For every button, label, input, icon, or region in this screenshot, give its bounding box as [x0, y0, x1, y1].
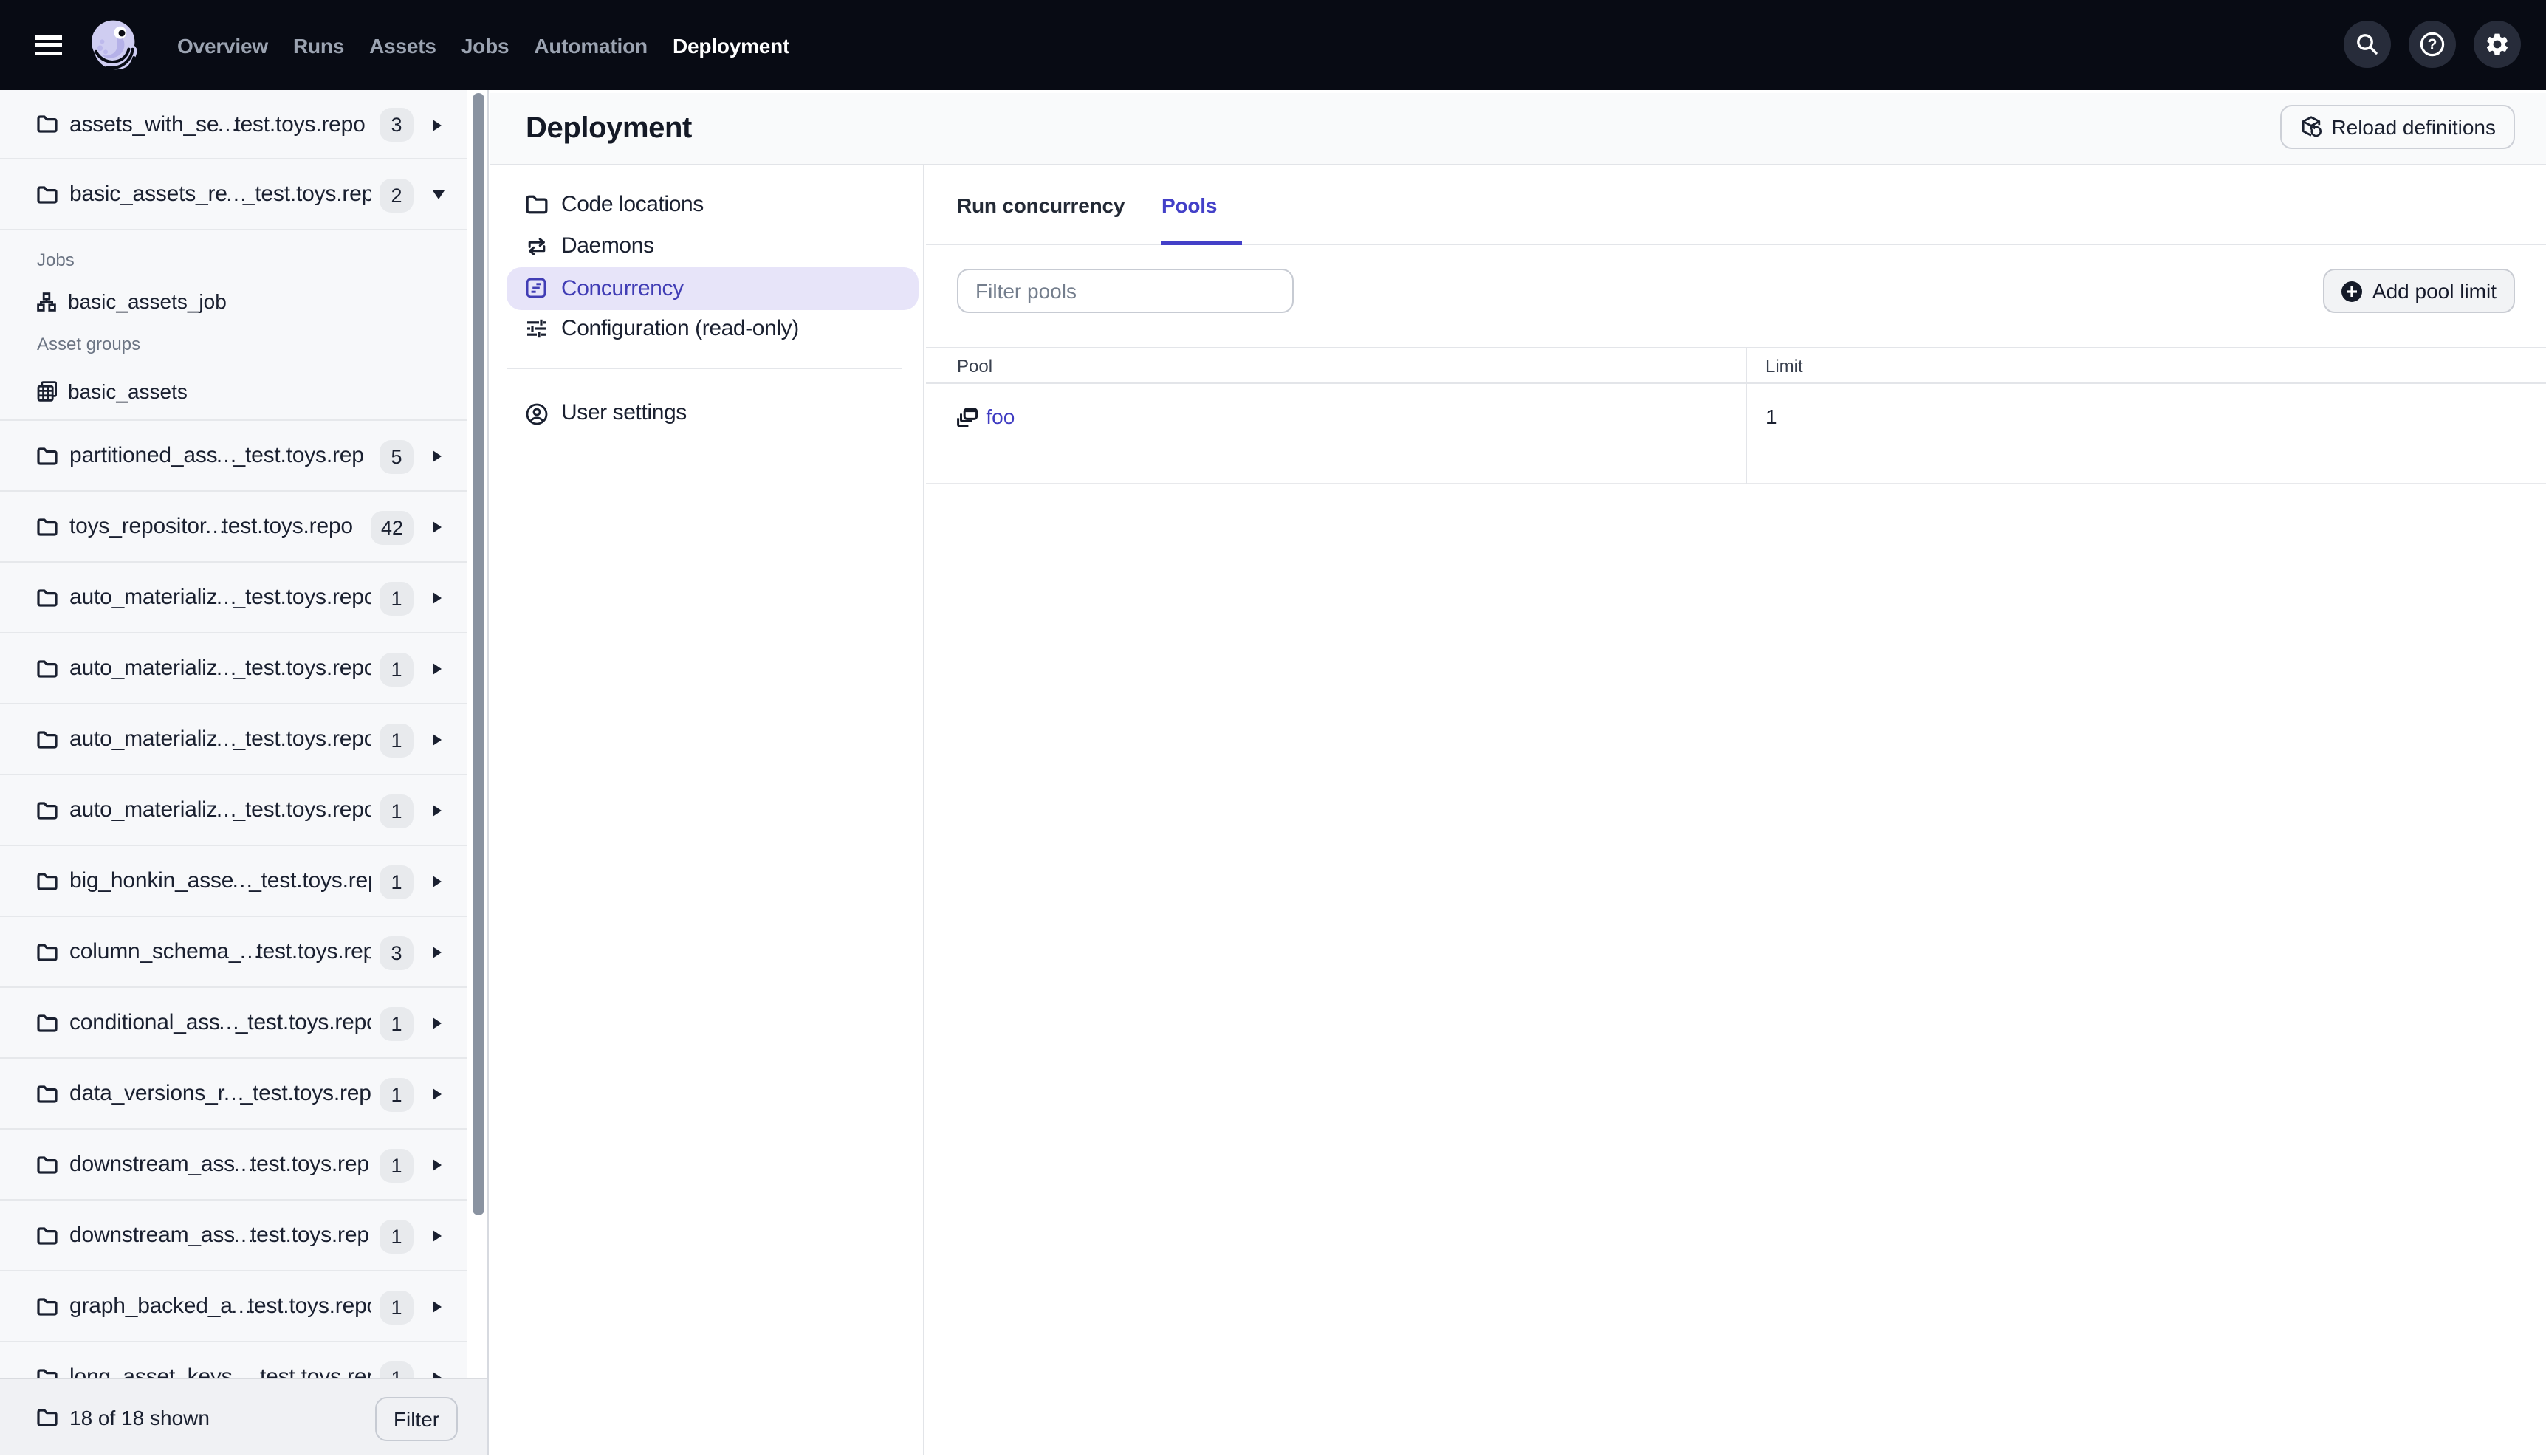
- svg-text:?: ?: [2428, 35, 2437, 52]
